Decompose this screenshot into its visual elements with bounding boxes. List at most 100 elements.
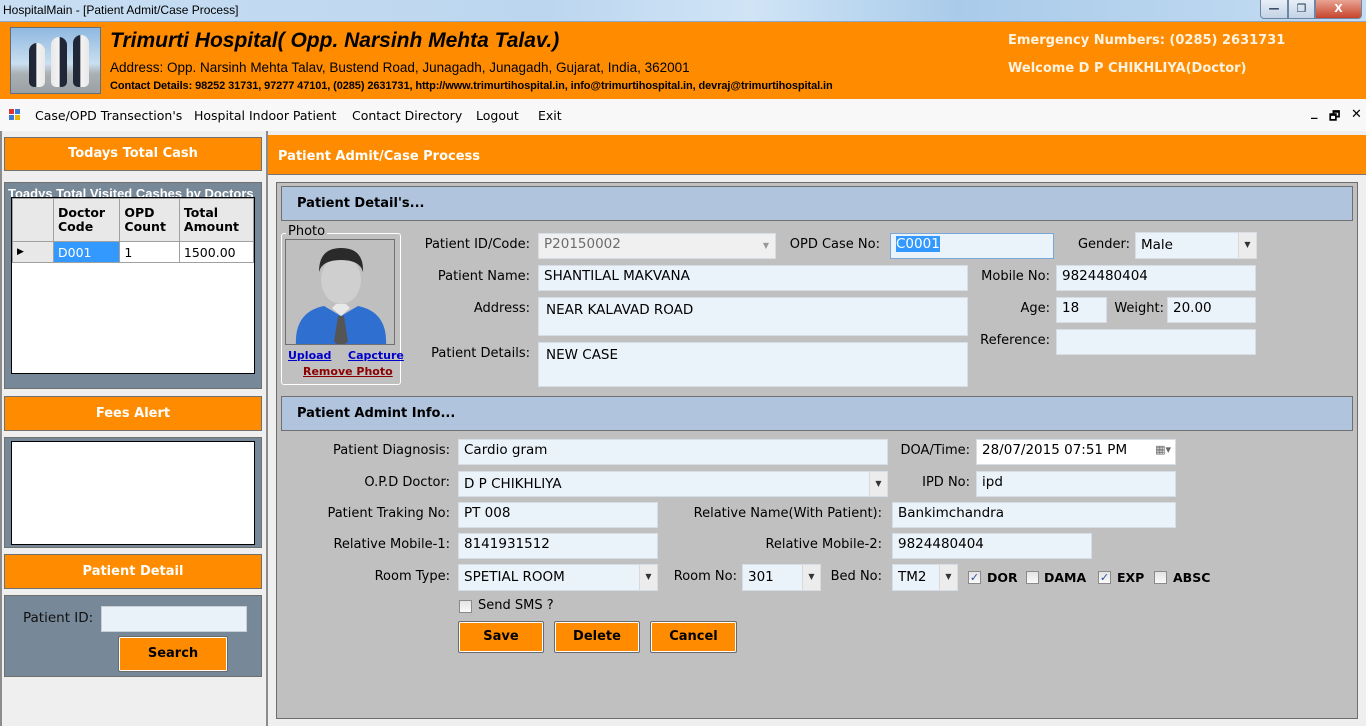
doa-time-datepicker[interactable]: 28/07/2015 07:51 PM ▦▾ xyxy=(976,439,1176,465)
capture-photo-link[interactable]: Capcture xyxy=(348,349,404,362)
close-icon: X xyxy=(1334,2,1343,15)
table-row[interactable]: ▶ D001 1 1500.00 xyxy=(12,241,255,263)
chevron-down-icon[interactable]: ▼ xyxy=(939,565,957,590)
diagnosis-input[interactable]: Cardio gram xyxy=(458,439,888,465)
chevron-down-icon[interactable]: ▼ xyxy=(639,565,657,590)
patient-details-textarea[interactable]: NEW CASE xyxy=(538,342,968,387)
ipd-no-input[interactable]: ipd xyxy=(976,471,1176,497)
menu-hospital-indoor-patient[interactable]: Hospital Indoor Patient xyxy=(194,108,336,123)
dor-checkbox-label[interactable]: DOR xyxy=(987,570,1018,585)
address-textarea[interactable]: NEAR KALAVAD ROAD xyxy=(538,297,968,336)
menu-case-opd-transections[interactable]: Case/OPD Transection's xyxy=(35,108,182,123)
tracking-no-input[interactable]: PT 008 xyxy=(458,502,658,528)
opd-case-no-value: C0001 xyxy=(896,236,940,252)
age-input[interactable]: 18 xyxy=(1056,297,1107,323)
patient-id-code-combobox[interactable]: P20150002 ▼ xyxy=(538,233,776,259)
menu-logout[interactable]: Logout xyxy=(476,108,519,123)
mdi-minimize-icon[interactable]: _ xyxy=(1311,105,1318,120)
mobile-no-input[interactable]: 9824480404 xyxy=(1056,265,1256,291)
search-button[interactable]: Search xyxy=(118,636,228,672)
hospital-address: Address: Opp. Narsinh Mehta Talav, Buste… xyxy=(110,60,690,75)
relative-mobile-2-label: Relative Mobile-2: xyxy=(765,537,882,552)
ipd-no-label: IPD No: xyxy=(922,475,970,490)
todays-total-cash-header: Todays Total Cash xyxy=(4,137,262,171)
penguin-shape xyxy=(51,37,67,87)
delete-button[interactable]: Delete xyxy=(554,621,640,653)
cell-doctor-code[interactable]: D001 xyxy=(52,241,121,263)
patient-details-section-header: Patient Detail's... xyxy=(281,186,1353,221)
patient-id-label: Patient ID: xyxy=(23,610,94,626)
room-no-value: 301 xyxy=(748,569,774,585)
mdi-close-icon[interactable]: ✕ xyxy=(1351,107,1362,122)
patient-admit-info-section-header: Patient Admint Info... xyxy=(281,396,1353,431)
reference-label: Reference: xyxy=(980,333,1050,348)
exp-checkbox[interactable]: ✓ xyxy=(1098,571,1111,584)
cell-total-amount[interactable]: 1500.00 xyxy=(178,241,255,263)
reference-input[interactable] xyxy=(1056,329,1256,355)
send-sms-label[interactable]: Send SMS ? xyxy=(478,598,554,613)
cash-by-doctor-grid[interactable]: Doctor Code OPD Count Total Amount ▶ D00… xyxy=(11,197,255,374)
opd-case-no-input[interactable]: C0001 xyxy=(890,233,1054,259)
room-type-value: SPETIAL ROOM xyxy=(464,569,565,585)
grid-header-row: Doctor Code OPD Count Total Amount xyxy=(12,198,255,242)
opd-doctor-select[interactable]: D P CHIKHLIYA ▼ xyxy=(458,471,888,497)
col-doctor-code[interactable]: Doctor Code xyxy=(52,198,121,242)
mobile-no-label: Mobile No: xyxy=(981,269,1050,284)
room-no-label: Room No: xyxy=(673,569,737,584)
patient-detail-header: Patient Detail xyxy=(4,554,262,589)
absc-checkbox[interactable] xyxy=(1154,571,1167,584)
opd-doctor-value: D P CHIKHLIYA xyxy=(464,476,562,492)
patient-id-search-input[interactable] xyxy=(101,606,247,632)
send-sms-checkbox[interactable] xyxy=(459,600,472,613)
fees-alert-list[interactable] xyxy=(11,441,255,545)
dama-checkbox[interactable] xyxy=(1026,571,1039,584)
window-restore-button[interactable]: ❐ xyxy=(1288,0,1315,19)
relative-mobile-1-label: Relative Mobile-1: xyxy=(333,537,450,552)
bed-no-select[interactable]: TM2 ▼ xyxy=(892,564,958,591)
mdi-child-window-icon[interactable] xyxy=(9,109,21,121)
cancel-button[interactable]: Cancel xyxy=(650,621,737,653)
relative-name-input[interactable]: Bankimchandra xyxy=(892,502,1176,528)
section-title: Patient Detail's... xyxy=(297,196,425,211)
doa-time-value: 28/07/2015 07:51 PM xyxy=(982,442,1128,458)
relative-mobile-1-input[interactable]: 8141931512 xyxy=(458,533,658,559)
form-title: Patient Admit/Case Process xyxy=(278,149,481,164)
diagnosis-label: Patient Diagnosis: xyxy=(333,443,450,458)
chevron-down-icon[interactable]: ▼ xyxy=(1238,233,1256,258)
chevron-down-icon[interactable]: ▼ xyxy=(869,472,887,496)
patient-name-input[interactable]: SHANTILAL MAKVANA xyxy=(538,265,968,291)
hospital-logo-penguins-image xyxy=(10,27,101,94)
menu-contact-directory[interactable]: Contact Directory xyxy=(352,108,462,123)
menu-exit[interactable]: Exit xyxy=(538,108,562,123)
doa-time-label: DOA/Time: xyxy=(900,443,970,458)
remove-photo-link[interactable]: Remove Photo xyxy=(303,365,393,378)
window-minimize-button[interactable]: — xyxy=(1260,0,1288,19)
window-close-button[interactable]: X xyxy=(1315,0,1362,19)
room-type-label: Room Type: xyxy=(374,569,450,584)
absc-checkbox-label[interactable]: ABSC xyxy=(1173,570,1210,585)
save-button[interactable]: Save xyxy=(458,621,544,653)
col-total-amount[interactable]: Total Amount xyxy=(178,198,255,242)
penguin-shape xyxy=(29,43,45,87)
weight-input[interactable]: 20.00 xyxy=(1167,297,1256,323)
minimize-icon: — xyxy=(1268,2,1280,15)
chevron-down-icon[interactable]: ▼ xyxy=(802,565,820,590)
restore-icon: ❐ xyxy=(1296,2,1307,15)
col-opd-count[interactable]: OPD Count xyxy=(119,198,180,242)
relative-mobile-2-input[interactable]: 9824480404 xyxy=(892,533,1092,559)
patient-id-code-label: Patient ID/Code: xyxy=(424,237,530,252)
dor-checkbox[interactable]: ✓ xyxy=(968,571,981,584)
room-no-select[interactable]: 301 ▼ xyxy=(742,564,821,591)
calendar-dropdown-icon[interactable]: ▦▾ xyxy=(1155,443,1171,456)
row-indicator-icon: ▶ xyxy=(12,241,54,263)
dama-checkbox-label[interactable]: DAMA xyxy=(1044,570,1086,585)
exp-checkbox-label[interactable]: EXP xyxy=(1117,570,1144,585)
cell-opd-count[interactable]: 1 xyxy=(119,241,180,263)
mdi-restore-icon[interactable]: 🗗 xyxy=(1329,107,1340,128)
weight-label: Weight: xyxy=(1114,301,1164,316)
gender-select[interactable]: Male ▼ xyxy=(1135,232,1257,259)
upload-photo-link[interactable]: Upload xyxy=(288,349,331,362)
form-title-bar: Patient Admit/Case Process xyxy=(268,135,1366,175)
room-type-select[interactable]: SPETIAL ROOM ▼ xyxy=(458,564,658,591)
patient-name-label: Patient Name: xyxy=(437,269,530,284)
